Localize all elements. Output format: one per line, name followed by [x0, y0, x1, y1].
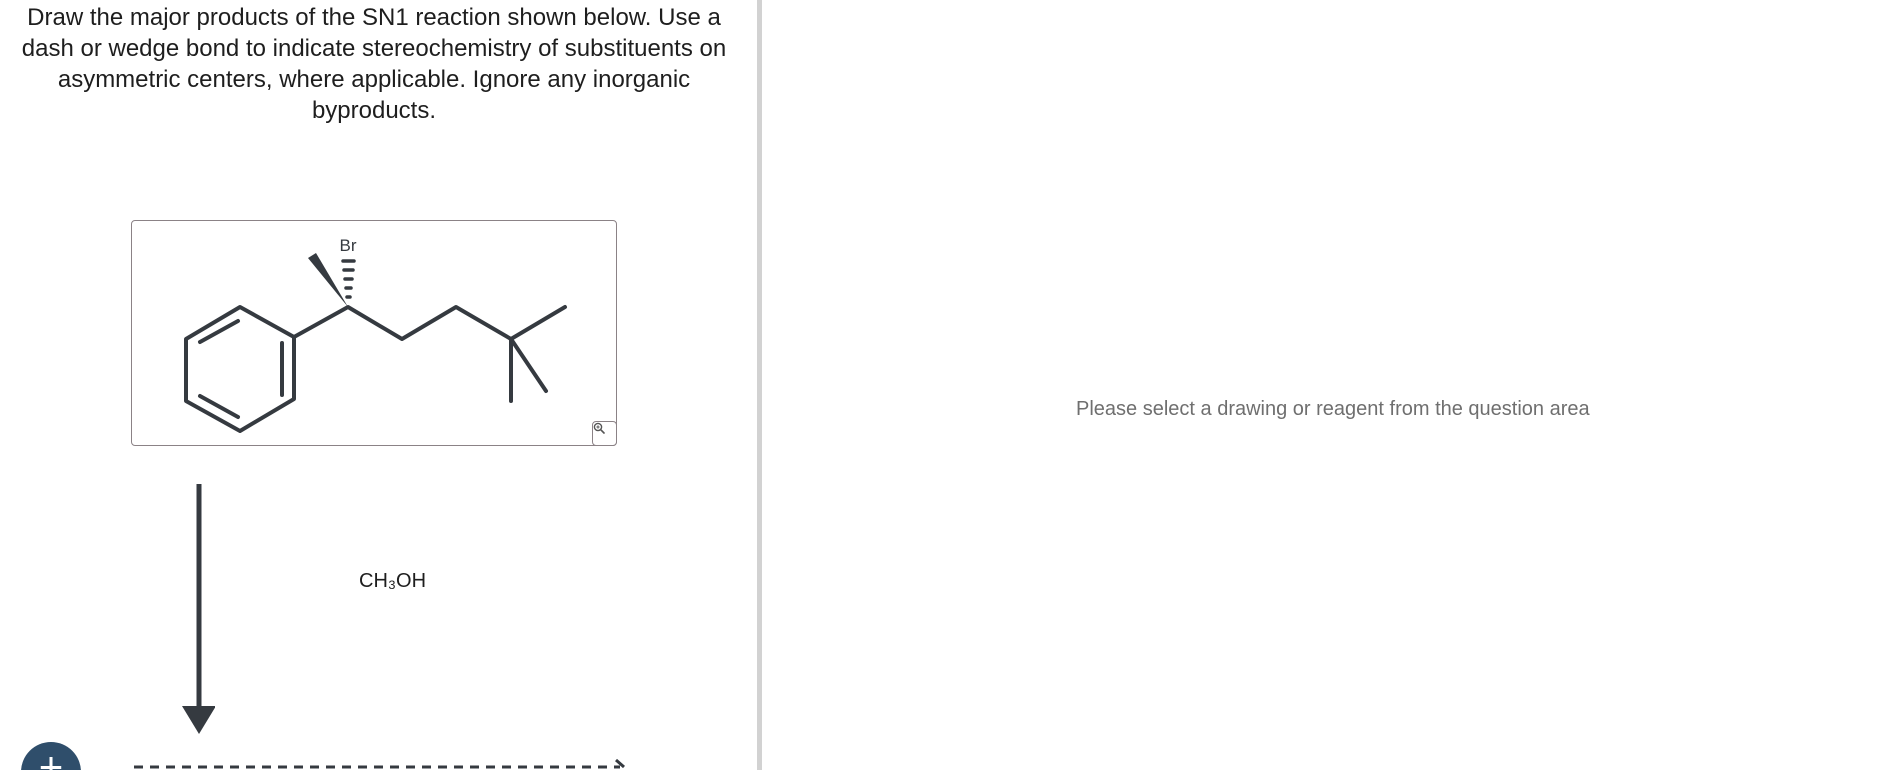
dash-bond — [341, 259, 356, 299]
add-button[interactable]: + — [21, 742, 81, 770]
question-panel: Draw the major products of the SN1 react… — [0, 0, 757, 770]
reagent-label[interactable]: CH₃OH — [359, 570, 426, 593]
bromine-label: Br — [340, 236, 357, 255]
answer-placeholder: Please select a drawing or reagent from … — [1076, 398, 1590, 420]
app-root: Draw the major products of the SN1 react… — [0, 0, 1896, 770]
reactant-structure: Br — [184, 236, 567, 433]
tbutyl-methyl-1 — [509, 305, 567, 341]
reactant-drawing[interactable]: Br — [131, 220, 617, 446]
magnifier-icon — [593, 422, 605, 434]
benzene-ring — [184, 305, 296, 433]
ring-double-bond-1 — [198, 319, 240, 344]
reaction-arrow — [182, 484, 215, 734]
zoom-button[interactable] — [592, 421, 617, 446]
product-drop-area[interactable] — [132, 756, 632, 770]
question-prompt: Draw the major products of the SN1 react… — [21, 4, 727, 124]
carbon-chain — [292, 305, 513, 341]
answer-panel: Please select a drawing or reagent from … — [762, 0, 1896, 770]
tbutyl-methyl-3 — [509, 337, 548, 393]
